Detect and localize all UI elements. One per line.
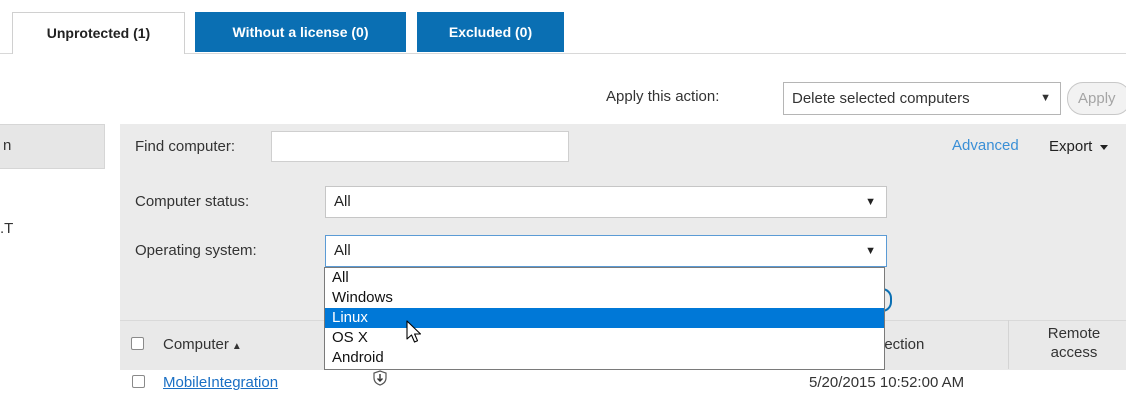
apply-action-label: Apply this action: [606,88,720,105]
chevron-down-icon: ▼ [1040,92,1051,104]
chevron-down-icon: ▼ [865,196,876,208]
select-all-checkbox[interactable] [131,337,144,350]
chevron-down-icon: ▼ [865,245,876,257]
apply-button[interactable]: Apply [1067,82,1126,115]
row-checkbox[interactable] [132,375,145,388]
action-select-value: Delete selected computers [792,90,970,107]
find-computer-input[interactable] [271,131,569,162]
operating-system-dropdown: All Windows Linux OS X Android [324,267,885,370]
os-option-android[interactable]: Android [325,348,884,368]
computer-link[interactable]: MobileIntegration [163,374,278,391]
left-panel-item-label: n [3,137,12,154]
tab-excluded[interactable]: Excluded (0) [417,12,564,52]
operating-system-select[interactable]: All ▼ [325,235,887,267]
os-option-all[interactable]: All [325,268,884,288]
left-panel-item[interactable] [0,124,105,169]
remote-access-column-header: Remote access [1047,325,1101,361]
sort-ascending-icon: ▲ [231,341,242,352]
os-option-windows[interactable]: Windows [325,288,884,308]
find-computer-label: Find computer: [135,138,236,155]
export-menu[interactable]: Export [1049,138,1109,155]
column-divider [1008,320,1009,369]
export-label: Export [1049,138,1093,155]
tab-unprotected[interactable]: Unprotected (1) [12,12,185,54]
computer-status-value: All [334,193,351,210]
computer-status-label: Computer status: [135,193,250,210]
computer-status-select[interactable]: All ▼ [325,186,887,218]
operating-system-label: Operating system: [135,242,257,259]
computer-column-header[interactable]: Computer ▲ [163,336,242,353]
operating-system-value: All [334,242,351,259]
tab-without-license[interactable]: Without a license (0) [195,12,406,52]
advanced-link[interactable]: Advanced [952,137,1019,154]
shield-icon [373,370,387,386]
computer-column-label: Computer [163,336,229,353]
chevron-down-icon [1099,145,1108,151]
left-panel-text: .T [0,220,14,237]
mouse-pointer-icon [406,320,422,343]
last-connection-value: 5/20/2015 10:52:00 AM [809,374,965,391]
action-select[interactable]: Delete selected computers ▼ [783,82,1061,115]
